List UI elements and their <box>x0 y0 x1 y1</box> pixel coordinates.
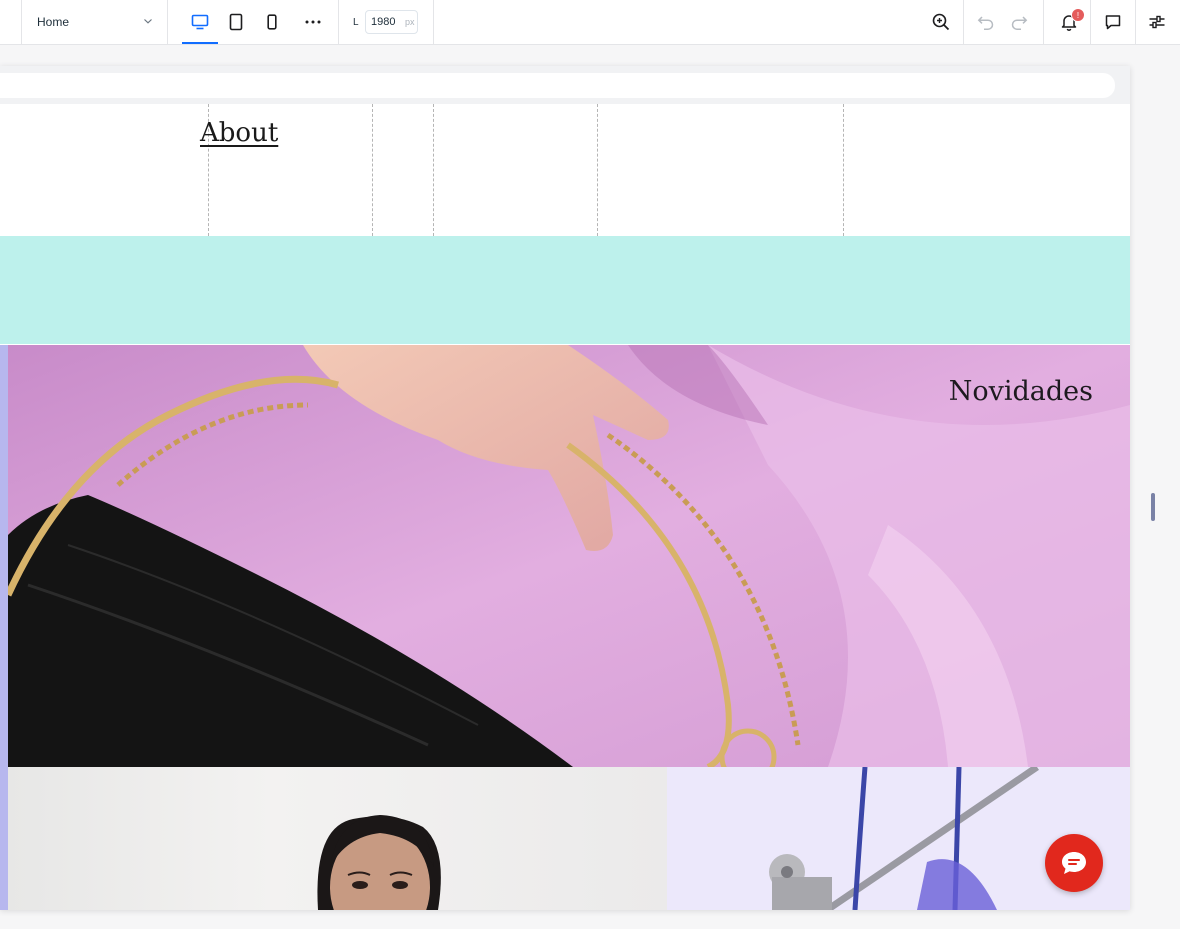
page-selector[interactable]: Home <box>22 0 167 44</box>
model-photo <box>317 815 441 910</box>
grid-guide <box>433 104 434 236</box>
chat-bubble-icon <box>1062 852 1086 874</box>
zoom-in-icon <box>932 13 950 31</box>
sliders-icon <box>1149 15 1165 29</box>
tablet-icon <box>229 13 243 31</box>
editor-toolbar: Home L 1980 px ! <box>0 0 1180 45</box>
comments-button[interactable] <box>1093 0 1133 44</box>
zoom-button[interactable] <box>921 0 961 44</box>
site-canvas: About Novidades <box>0 66 1130 910</box>
teal-section[interactable] <box>0 236 1130 344</box>
desktop-icon <box>191 14 209 30</box>
chevron-down-icon <box>144 19 152 24</box>
hero-image[interactable]: Novidades <box>8 345 1130 767</box>
canvas-width-control: L 1980 px <box>338 0 434 44</box>
grid-guide <box>372 104 373 236</box>
scrollbar-thumb[interactable] <box>1151 493 1155 521</box>
comment-icon <box>1105 15 1121 30</box>
grid-guide <box>597 104 598 236</box>
page-selector-value: Home <box>37 15 70 29</box>
undo-icon <box>977 16 994 30</box>
hero-title: Novidades <box>948 376 1093 407</box>
toolbar-divider <box>1135 0 1136 44</box>
width-unit: px <box>405 17 415 27</box>
tablet-view-button[interactable] <box>218 0 254 44</box>
toolbar-divider <box>167 0 168 44</box>
mobile-view-button[interactable] <box>254 0 290 44</box>
section-rail <box>0 345 8 910</box>
site-header[interactable] <box>0 104 1130 236</box>
toolbar-divider <box>1043 0 1044 44</box>
undo-button[interactable] <box>968 0 1004 44</box>
redo-button[interactable] <box>1001 0 1037 44</box>
more-horizontal-icon <box>305 20 321 24</box>
mobile-icon <box>267 14 277 30</box>
hero-photo <box>8 345 1130 767</box>
toolbar-divider <box>963 0 964 44</box>
redo-icon <box>1011 16 1028 30</box>
settings-button[interactable] <box>1137 0 1177 44</box>
desktop-view-button[interactable] <box>182 0 218 44</box>
more-options-button[interactable] <box>295 0 331 44</box>
notifications-button[interactable]: ! <box>1049 0 1089 44</box>
address-bar[interactable] <box>0 73 1115 98</box>
width-label: L <box>353 17 359 28</box>
model-image[interactable] <box>8 767 667 910</box>
preview-browser-bar <box>0 66 1130 104</box>
notification-badge: ! <box>1071 8 1085 22</box>
chat-button[interactable] <box>1045 834 1103 892</box>
toolbar-divider <box>1090 0 1091 44</box>
toolbar-divider <box>433 0 434 44</box>
nav-link-about[interactable]: About <box>200 118 278 148</box>
grid-guide <box>843 104 844 236</box>
